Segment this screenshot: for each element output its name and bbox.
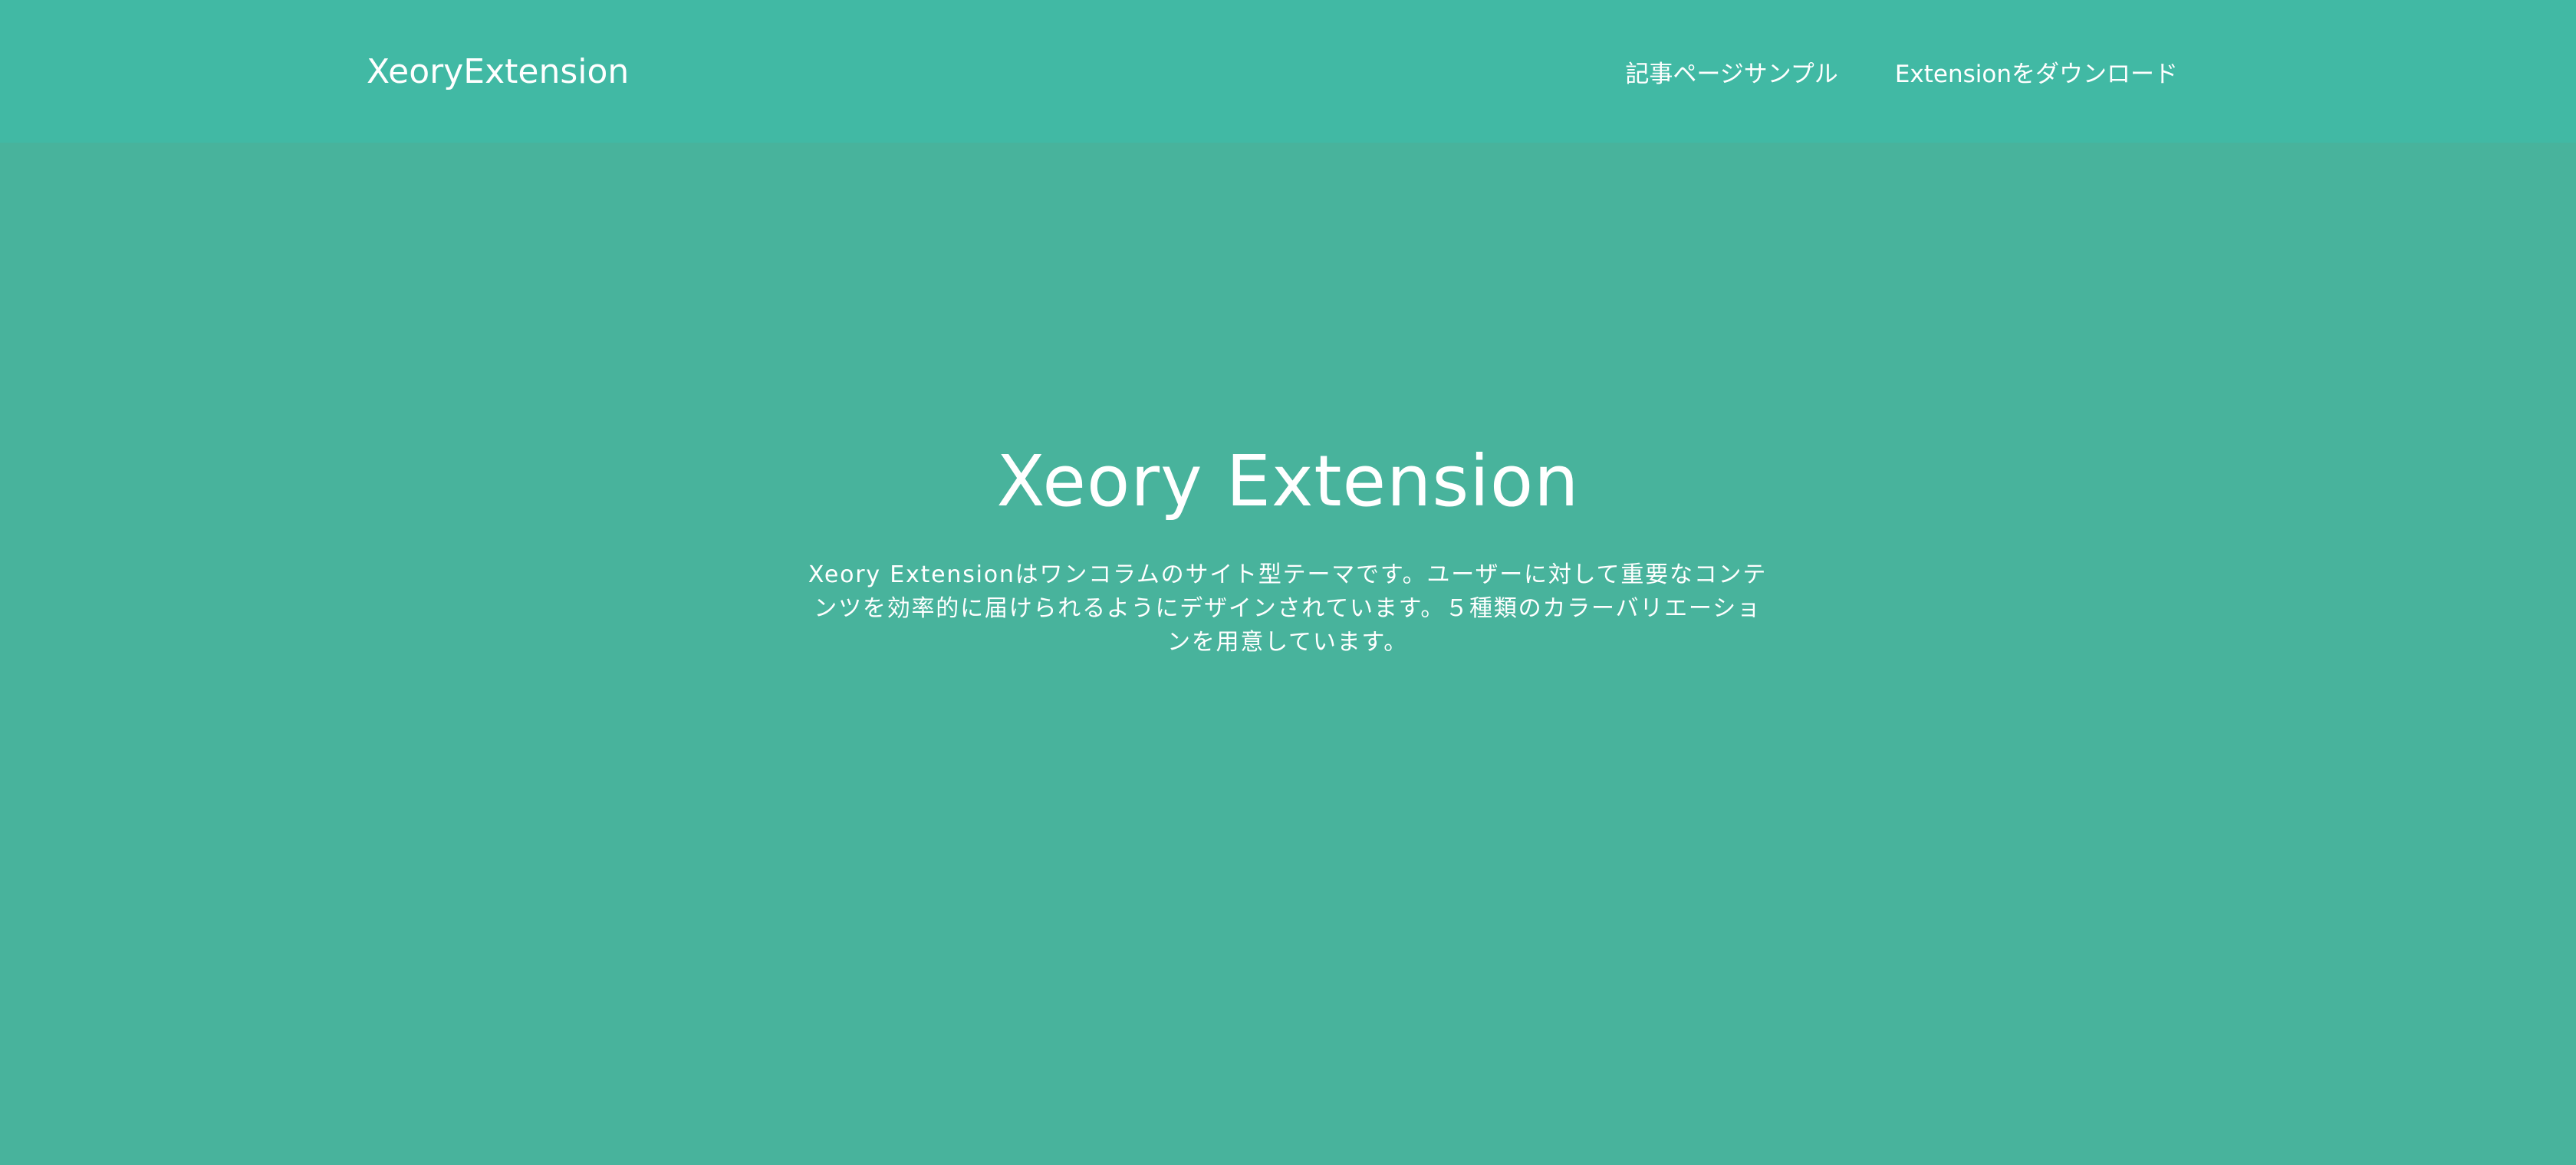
page: XeoryExtension 記事ページサンプル Extensionをダウンロー… [0,0,2576,1165]
hero-title: Xeory Extension [996,439,1580,522]
header-inner: XeoryExtension 記事ページサンプル Extensionをダウンロー… [367,0,2178,143]
hero-description: Xeory Extensionはワンコラムのサイト型テーマです。ユーザーに対して… [808,561,1768,656]
site-header: XeoryExtension 記事ページサンプル Extensionをダウンロー… [0,0,2576,143]
main-navigation: 記事ページサンプル Extensionをダウンロード [1625,0,2178,143]
nav-link-article-sample[interactable]: 記事ページサンプル [1625,54,1837,89]
site-logo-link[interactable]: XeoryExtension [367,52,629,91]
nav-link-download-extension[interactable]: Extensionをダウンロード [1895,54,2178,89]
hero-section: Xeory Extension Xeory Extensionはワンコラムのサイ… [0,143,2576,1165]
